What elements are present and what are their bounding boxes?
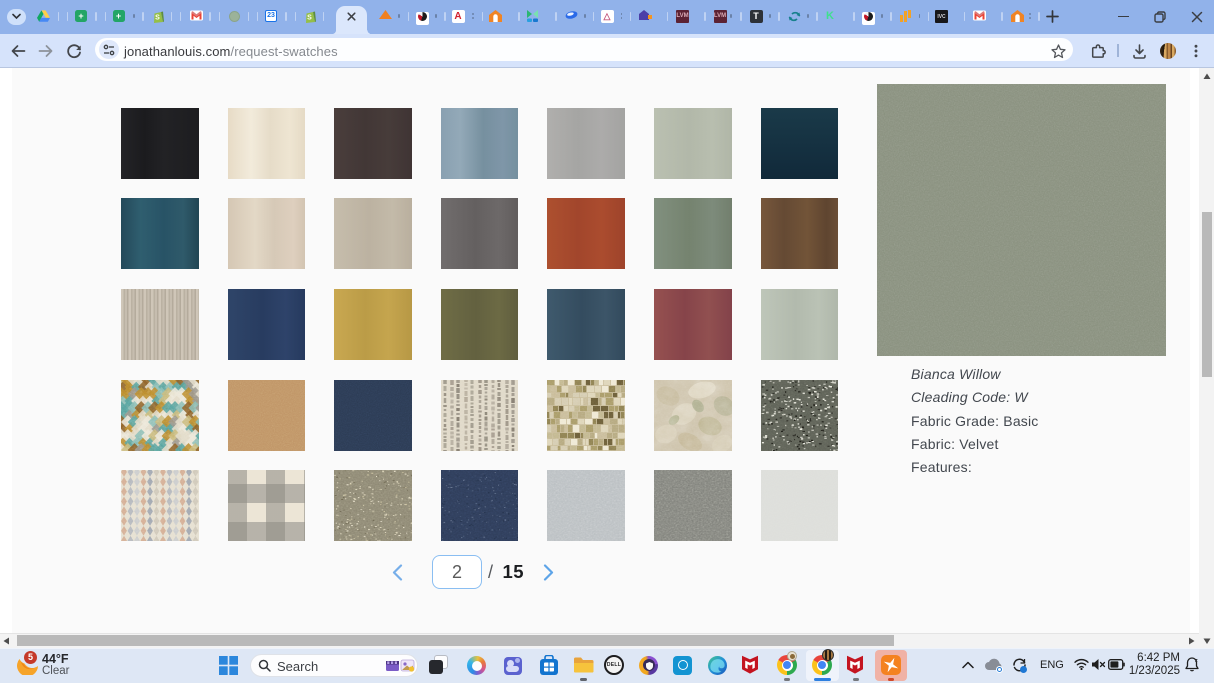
svg-text:S: S — [155, 15, 160, 22]
svg-text:S: S — [307, 15, 312, 22]
svg-text:z: z — [1195, 658, 1198, 664]
